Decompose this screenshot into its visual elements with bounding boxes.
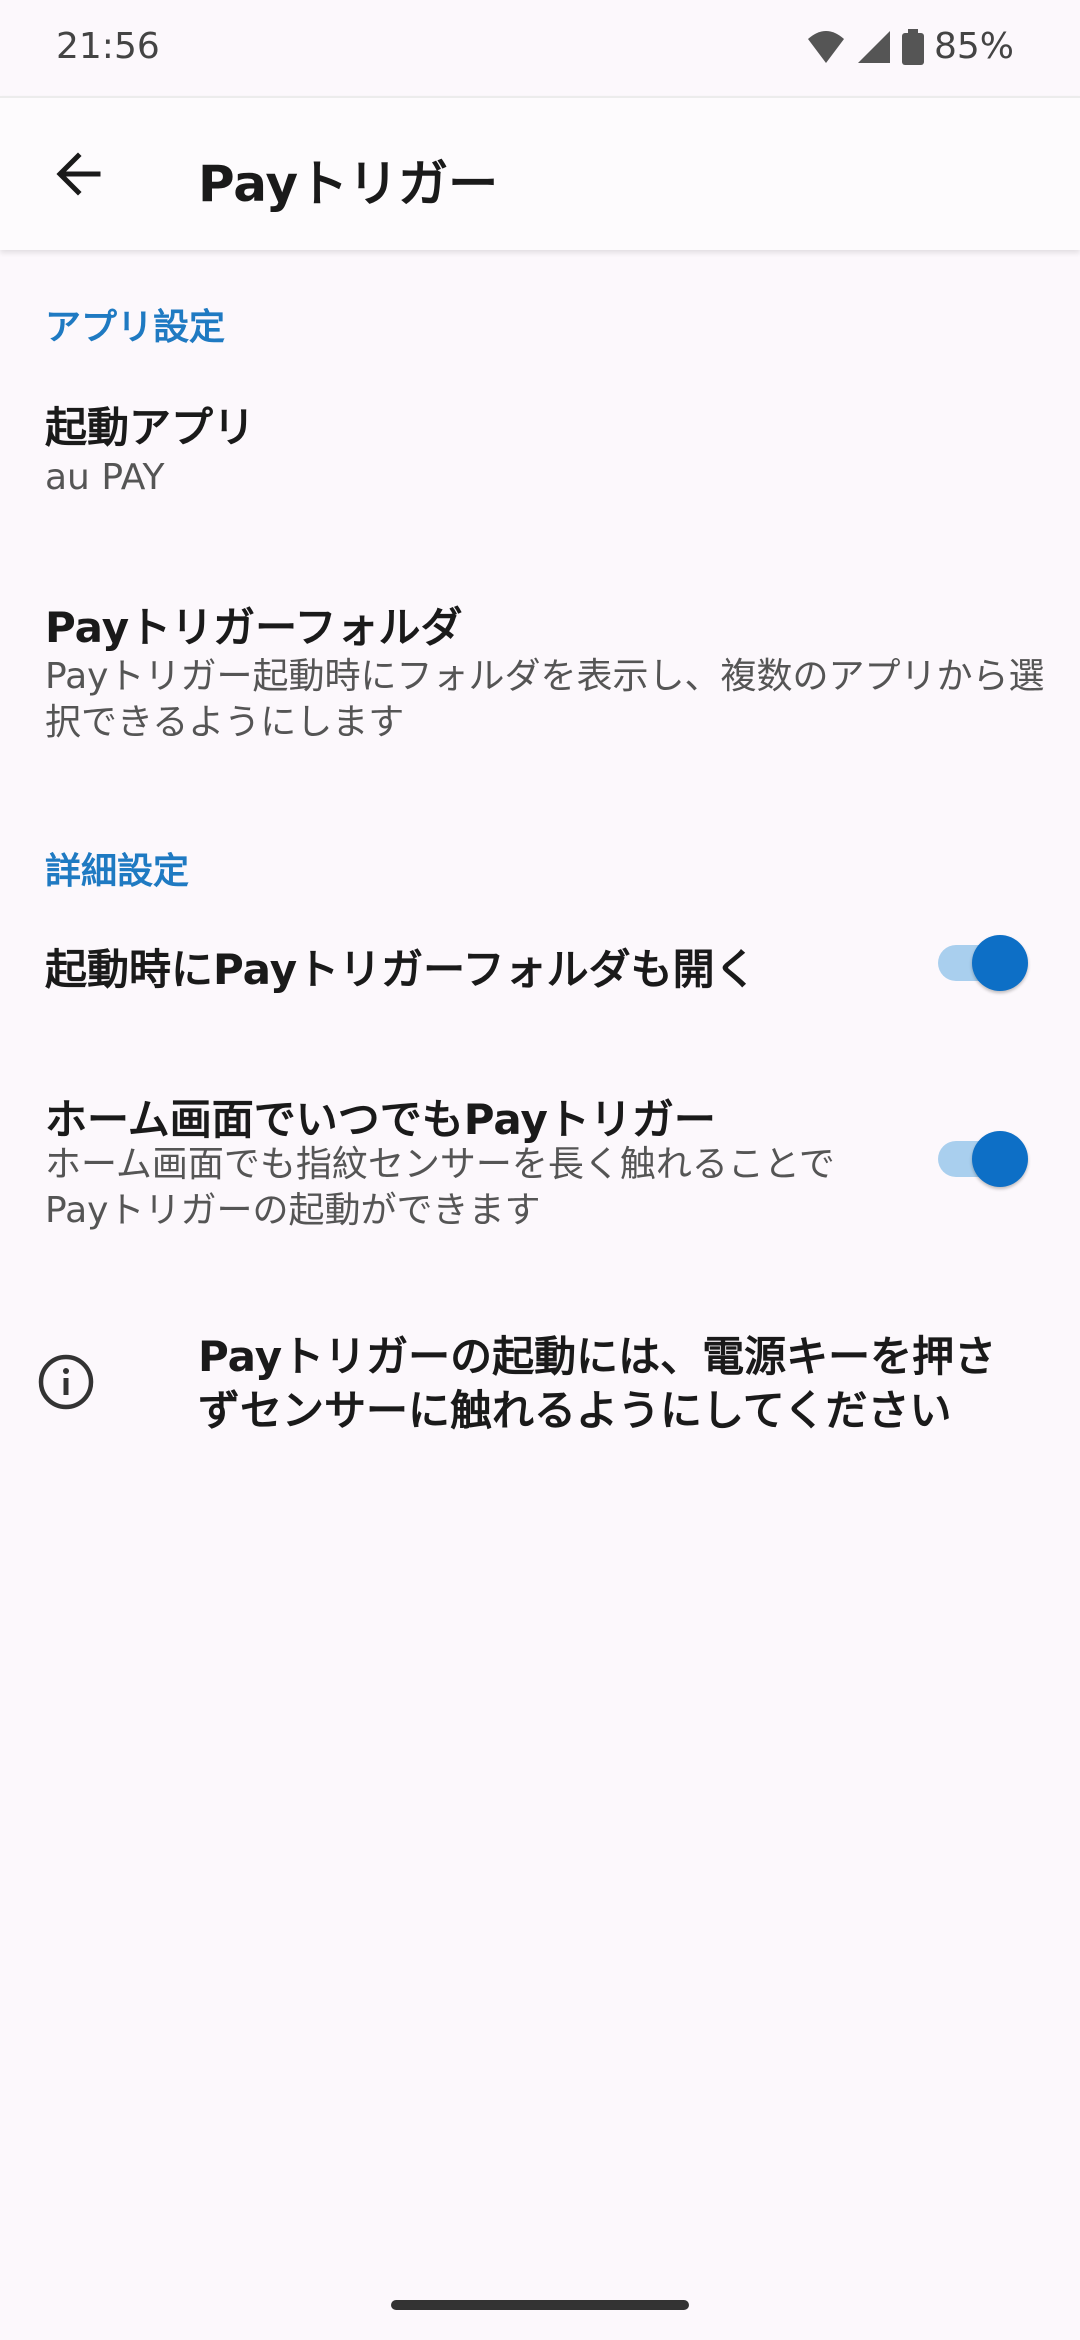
section-header-advanced-settings: 詳細設定 — [45, 851, 190, 892]
pref-launch-app-summary: au PAY — [45, 457, 165, 498]
page-title: Payトリガー — [198, 155, 499, 213]
status-time: 21:56 — [56, 26, 160, 67]
status-bar: 21:56 85% — [0, 0, 1080, 96]
toggle-thumb — [972, 1131, 1028, 1187]
battery-icon — [901, 28, 924, 65]
pref-launch-app-title: 起動アプリ — [45, 403, 256, 452]
wifi-icon — [806, 29, 846, 65]
app-bar: Payトリガー — [0, 96, 1080, 250]
home-screen-toggle[interactable] — [938, 1129, 1028, 1189]
section-header-app-settings: アプリ設定 — [45, 307, 226, 348]
toggle-thumb — [972, 935, 1028, 991]
open-folder-toggle[interactable] — [938, 933, 1028, 993]
signal-icon — [856, 29, 892, 65]
arrow-back-icon — [52, 148, 104, 204]
pref-folder-title: Payトリガーフォルダ — [45, 603, 463, 652]
pref-home-screen-summary: ホーム画面でも指紋センサーを長く触れることでPayトリガーの起動ができます — [45, 1144, 835, 1231]
info-text: Payトリガーの起動には、電源キーを押さずセンサーに触れるようにしてください — [198, 1332, 997, 1435]
back-button[interactable] — [28, 126, 128, 226]
status-icons: 85% — [806, 26, 1014, 67]
battery-percent: 85% — [933, 26, 1014, 67]
info-icon — [36, 1352, 96, 1412]
pref-home-screen-title: ホーム画面でいつでもPayトリガー — [45, 1095, 716, 1144]
pref-folder-summary: Payトリガー起動時にフォルダを表示し、複数のアプリから選択できるようにします — [45, 656, 1045, 743]
pref-open-folder-title: 起動時にPayトリガーフォルダも開く — [45, 945, 757, 994]
gesture-nav-handle[interactable] — [391, 2300, 689, 2310]
